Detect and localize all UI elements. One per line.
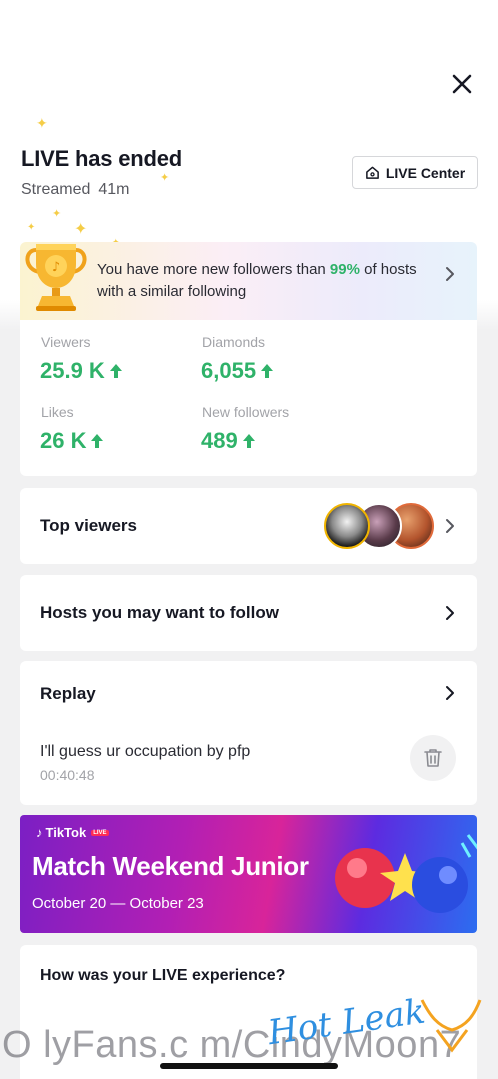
chevron-right-icon [446, 519, 454, 533]
promo-title: Match Weekend Junior [32, 851, 309, 881]
delete-replay-button[interactable] [410, 735, 456, 781]
stat-label-diamonds: Diamonds [202, 334, 266, 350]
chevron-right-icon[interactable] [444, 685, 456, 701]
stats-card: Viewers 25.9 K Diamonds 6,055 Likes 26 K… [20, 320, 477, 476]
tiktok-live-logo: ♪ TikTok LIVE [36, 825, 109, 840]
streamed-label: Streamed [21, 181, 91, 198]
stat-label-viewers: Viewers [41, 334, 91, 350]
close-icon[interactable] [448, 70, 476, 98]
hotleak-logo-text: Hot Leak [265, 992, 428, 1054]
page-title: LIVE has ended [21, 146, 183, 171]
arrow-up-icon [91, 434, 104, 448]
hosts-to-follow-row[interactable]: Hosts you may want to follow [20, 575, 477, 651]
promo-banner[interactable]: ♪ TikTok LIVE Match Weekend Junior Octob… [20, 815, 477, 933]
stat-value-likes: 26 K [40, 428, 104, 454]
viewers-value: 25.9 K [40, 358, 105, 383]
feedback-question: How was your LIVE experience? [40, 967, 286, 984]
arrow-up-icon [261, 364, 274, 378]
home-indicator [160, 1063, 338, 1069]
new-followers-value: 489 [201, 428, 238, 453]
likes-value: 26 K [40, 428, 87, 453]
banner-message: You have more new followers than 99% of … [97, 259, 427, 303]
hotleak-watermark-logo: Hot Leak [265, 992, 482, 1054]
promo-brand-name: TikTok [45, 825, 87, 840]
tiktok-icon: ♪ [36, 825, 43, 840]
promo-brand-tag: LIVE [91, 829, 109, 836]
sparkle-icon: ✦ [160, 172, 170, 184]
stat-label-new-followers: New followers [202, 404, 290, 420]
stat-label-likes: Likes [41, 404, 74, 420]
sparkle-icon: ✦ [52, 208, 62, 220]
banner-text-before: You have more new followers than [97, 261, 330, 278]
sparkle-icon: ✦ [27, 222, 36, 233]
promo-dates: October 20 — October 23 [32, 895, 204, 912]
top-viewers-avatars [324, 503, 434, 549]
replay-label[interactable]: Replay [40, 684, 96, 704]
replay-card: Replay I'll guess ur occupation by pfp 0… [20, 661, 477, 805]
replay-timestamp: 00:40:48 [40, 767, 95, 783]
stream-duration: Streamed 41m [21, 181, 130, 199]
live-center-button[interactable]: LIVE Center [352, 156, 478, 189]
home-icon [365, 166, 379, 179]
stat-value-diamonds: 6,055 [201, 358, 274, 384]
live-center-label: LIVE Center [385, 164, 466, 181]
followers-banner[interactable]: ♪ You have more new followers than 99% o… [20, 242, 477, 320]
top-viewers-label: Top viewers [40, 516, 137, 535]
chevron-right-icon [446, 606, 454, 620]
trash-icon [424, 749, 442, 767]
boxing-gloves-illustration [335, 834, 477, 913]
duration-value: 41m [98, 181, 130, 198]
stat-value-viewers: 25.9 K [40, 358, 123, 384]
stat-value-new-followers: 489 [201, 428, 256, 454]
banner-percent: 99% [329, 261, 360, 278]
diamonds-value: 6,055 [201, 358, 257, 383]
arrow-up-icon [242, 434, 255, 448]
trophy-icon: ♪ [25, 244, 87, 311]
top-viewers-row[interactable]: Top viewers [20, 488, 477, 564]
svg-text:♪: ♪ [52, 260, 60, 275]
hosts-label: Hosts you may want to follow [40, 603, 279, 622]
chevron-right-icon [446, 267, 454, 281]
arrow-up-icon [109, 364, 122, 378]
avatar [324, 503, 370, 549]
sparkle-icon: ✦ [36, 115, 48, 131]
replay-video-title[interactable]: I'll guess ur occupation by pfp [40, 743, 250, 761]
